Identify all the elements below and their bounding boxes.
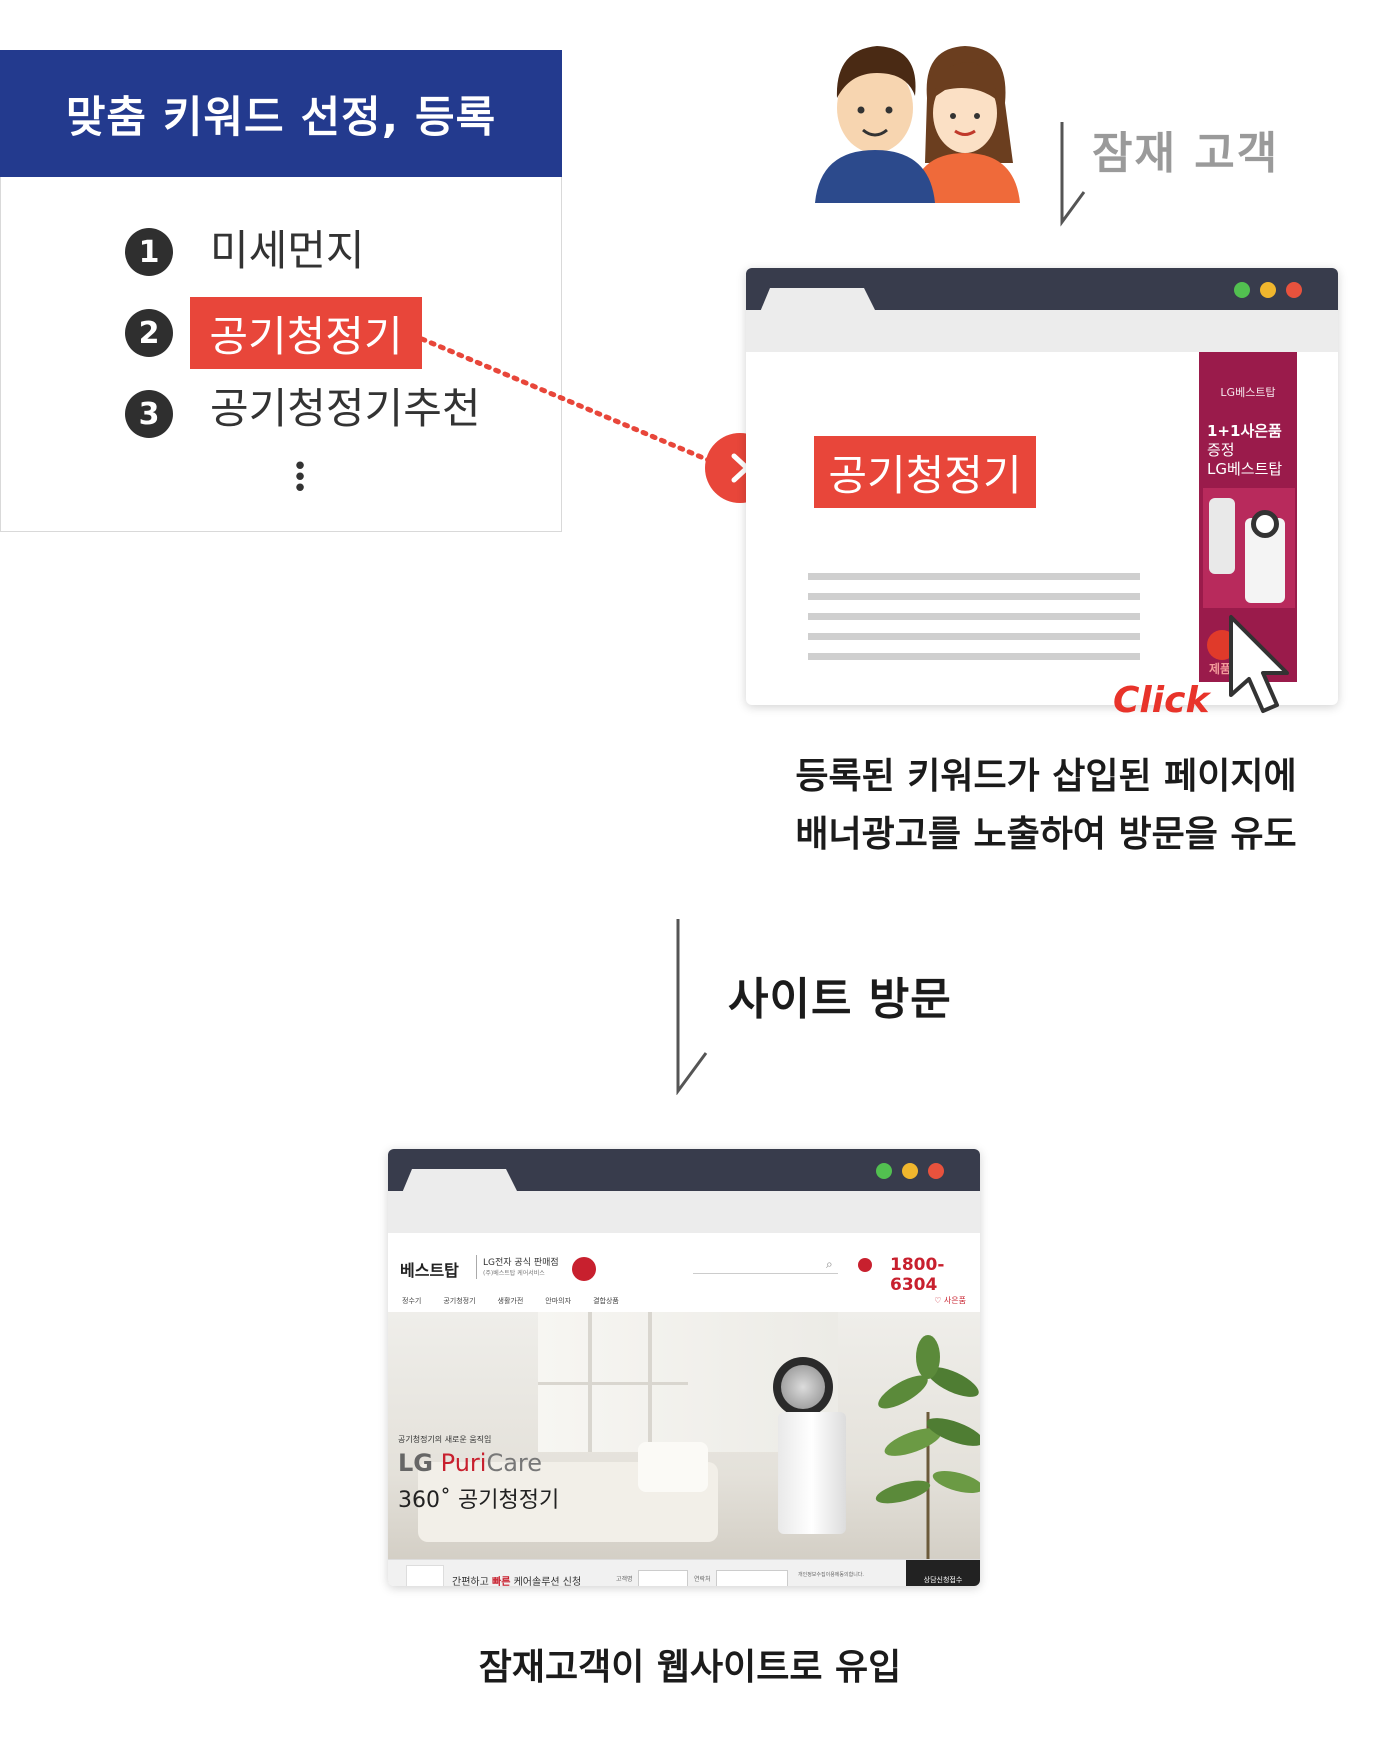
footer-submit-button[interactable]: 상담신청접수 xyxy=(906,1560,980,1586)
nav-item[interactable]: 생활가전 xyxy=(498,1296,524,1306)
banner-line1: 1+1사은품 xyxy=(1207,422,1282,440)
arrow-down-icon-2 xyxy=(676,919,708,1095)
window-dot-red xyxy=(1286,282,1302,298)
nav-item[interactable]: 공기청정기 xyxy=(443,1296,475,1306)
caption-line2: 배너광고를 노출하여 방문을 유도 xyxy=(795,814,1297,855)
banner-brand: LG베스트탑 xyxy=(1220,386,1276,399)
more-dots: • • • xyxy=(292,452,308,504)
site-official: LG전자 공식 판매점 xyxy=(483,1258,559,1268)
footer-name-input[interactable] xyxy=(638,1570,688,1586)
hero-banner: 공기청정기의 새로운 움직임 LG PuriCare 360˚ 공기청정기 xyxy=(388,1312,980,1582)
window-dot-yellow xyxy=(1260,282,1276,298)
footer-agree[interactable]: 개인정보수집이용에동의합니다. xyxy=(798,1572,888,1579)
hero-brand-care: Care xyxy=(486,1449,543,1477)
nav-item[interactable]: 결합상품 xyxy=(593,1296,619,1306)
number-badge-1: 1 xyxy=(125,228,173,276)
footer-phone-label: 연락처 xyxy=(694,1576,711,1583)
footer-text: 간편하고 빠른 케어솔루션 신청 xyxy=(452,1573,581,1586)
site-footer-form: 간편하고 빠른 케어솔루션 신청 고객명 연락처 개인정보수집이용에동의합니다.… xyxy=(388,1559,980,1586)
site-visit-label: 사이트 방문 xyxy=(728,974,952,1025)
audience-label: 잠재 고객 xyxy=(1092,128,1280,179)
footer-text-c: 케어솔루션 신청 xyxy=(513,1577,582,1586)
page-keyword-highlight: 공기청정기 xyxy=(814,436,1036,508)
website-browser-window: 베스트탑 LG전자 공식 판매점 (주)베스트탑 케어서비스 ⌕ 1800-63… xyxy=(388,1149,980,1586)
footer-phone-input[interactable] xyxy=(716,1570,788,1586)
hero-model: 360˚ 공기청정기 xyxy=(398,1488,560,1513)
hero-kicker: 공기청정기의 새로운 움직임 xyxy=(398,1435,492,1444)
click-label: Click xyxy=(1113,680,1210,721)
keyword-item-1: 미세먼지 xyxy=(210,226,365,275)
purifier-image xyxy=(773,1357,833,1417)
seal-icon xyxy=(572,1257,596,1281)
number-badge-3: 3 xyxy=(125,390,173,438)
window-dot-yellow xyxy=(902,1163,918,1179)
number-badge-2: 2 xyxy=(125,309,173,357)
dotted-connector xyxy=(420,336,723,468)
keyword-item-2-highlight: 공기청정기 xyxy=(190,297,422,369)
result-caption: 잠재고객이 웹사이트로 유입 xyxy=(478,1647,902,1688)
nav-item[interactable]: 안마의자 xyxy=(545,1296,571,1306)
hero-brand-puri: Puri xyxy=(440,1449,487,1477)
footer-name-label: 고객명 xyxy=(616,1576,633,1583)
banner-line2: 증정 xyxy=(1207,441,1235,459)
banner-line3: LG베스트탑 xyxy=(1207,460,1283,478)
nav-item[interactable]: 정수기 xyxy=(402,1296,421,1306)
people-icon xyxy=(815,46,1020,203)
site-logo[interactable]: 베스트탑 xyxy=(400,1257,459,1281)
search-icon[interactable]: ⌕ xyxy=(826,1257,833,1272)
window-dot-green xyxy=(876,1163,892,1179)
hero-brand: LG PuriCare xyxy=(398,1448,542,1478)
footer-text-a: 간편하고 xyxy=(452,1577,489,1586)
phone-icon xyxy=(858,1258,872,1272)
footer-text-b: 빠른 xyxy=(492,1577,511,1586)
site-search-input[interactable] xyxy=(693,1273,838,1274)
cursor-icon xyxy=(1229,615,1289,713)
window-dot-red xyxy=(928,1163,944,1179)
window-dot-green xyxy=(1234,282,1250,298)
arrow-down-icon xyxy=(1060,122,1086,227)
site-official-sub: (주)베스트탑 케어서비스 xyxy=(483,1270,545,1277)
site-nav: 정수기 공기청정기 생활가전 안마의자 결합상품 xyxy=(402,1296,619,1306)
keyword-panel-title: 맞춤 키워드 선정, 등록 xyxy=(0,50,562,177)
plant-image xyxy=(875,1335,980,1562)
caption-line1: 등록된 키워드가 삽입된 페이지에 xyxy=(795,756,1297,797)
nav-gift[interactable]: ♡ 사은품 xyxy=(934,1295,966,1306)
site-phone[interactable]: 1800-6304 xyxy=(890,1255,980,1295)
hero-brand-lg: LG xyxy=(398,1449,433,1477)
product-image xyxy=(1203,488,1295,608)
caption-banner-exposure: 등록된 키워드가 삽입된 페이지에 배너광고를 노출하여 방문을 유도 xyxy=(736,748,1356,864)
